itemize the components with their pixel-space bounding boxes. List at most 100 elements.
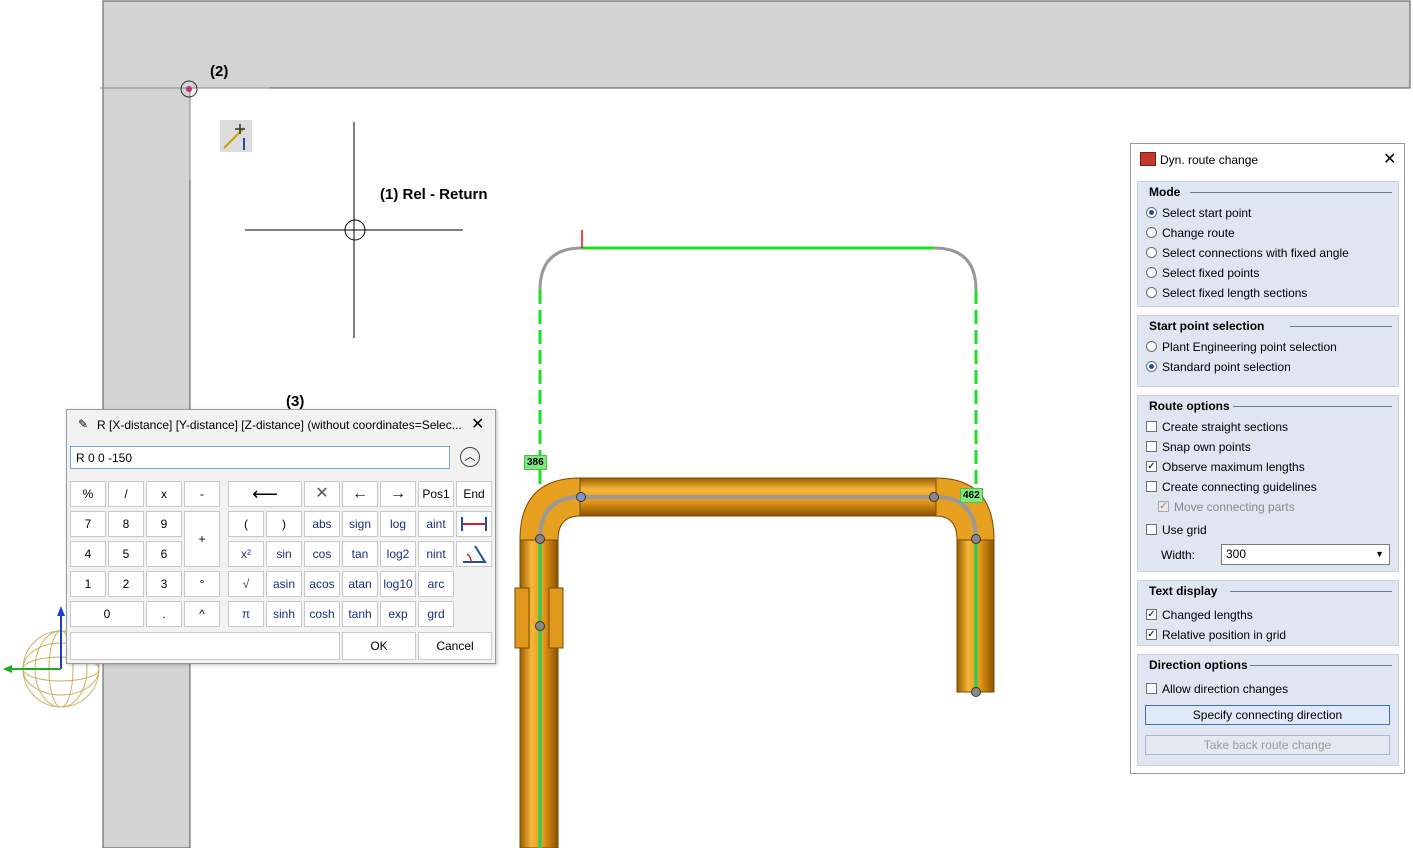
close-icon[interactable]: ✕ bbox=[471, 414, 484, 434]
key-percent[interactable]: % bbox=[70, 481, 106, 507]
key-sign[interactable]: sign bbox=[342, 511, 378, 537]
key-backspace[interactable]: ⟵ bbox=[228, 481, 302, 507]
key-0[interactable]: 0 bbox=[70, 601, 144, 627]
radio-button[interactable] bbox=[1146, 341, 1157, 352]
radio-button[interactable] bbox=[1146, 287, 1157, 298]
route-options-heading: Route options bbox=[1149, 399, 1230, 413]
checkbox[interactable] bbox=[1146, 421, 1157, 432]
checkbox[interactable]: ✓ bbox=[1146, 609, 1157, 620]
option-label: Changed lengths bbox=[1162, 608, 1253, 622]
group-divider bbox=[1233, 406, 1392, 407]
key-6[interactable]: 6 bbox=[146, 541, 182, 567]
key-tan[interactable]: tan bbox=[342, 541, 378, 567]
key-right-paren[interactable]: ) bbox=[266, 511, 302, 537]
group-divider bbox=[1190, 192, 1392, 193]
key-square[interactable]: x² bbox=[228, 541, 264, 567]
key-degree[interactable]: ° bbox=[184, 571, 220, 597]
key-3[interactable]: 3 bbox=[146, 571, 182, 597]
calculator-title: R [X-distance] [Y-distance] [Z-distance]… bbox=[97, 418, 462, 432]
key-divide[interactable]: / bbox=[108, 481, 144, 507]
dimension-label-right: 462 bbox=[960, 488, 983, 503]
annotation-label-3: (3) bbox=[286, 393, 305, 410]
key-plus[interactable]: + bbox=[184, 511, 220, 567]
key-8[interactable]: 8 bbox=[108, 511, 144, 537]
key-5[interactable]: 5 bbox=[108, 541, 144, 567]
radio-button[interactable] bbox=[1146, 247, 1157, 258]
key-end[interactable]: End bbox=[456, 481, 492, 507]
key-power[interactable]: ^ bbox=[184, 601, 220, 627]
pencil-icon: ✎ bbox=[78, 417, 89, 431]
key-dot[interactable]: . bbox=[146, 601, 182, 627]
key-sin[interactable]: sin bbox=[266, 541, 302, 567]
key-multiply[interactable]: x bbox=[146, 481, 182, 507]
key-cursor-left[interactable]: ← bbox=[342, 481, 378, 507]
chevron-up-icon[interactable]: ︿ bbox=[460, 447, 480, 467]
option-label: Select fixed length sections bbox=[1162, 286, 1308, 300]
checkbox[interactable] bbox=[1146, 481, 1157, 492]
option-label: Snap own points bbox=[1162, 440, 1251, 454]
key-sqrt[interactable]: √ bbox=[228, 571, 264, 597]
option-label: Plant Engineering point selection bbox=[1162, 340, 1337, 354]
key-grd[interactable]: grd bbox=[418, 601, 454, 627]
cancel-button[interactable]: Cancel bbox=[418, 632, 492, 660]
ok-button[interactable]: OK bbox=[342, 632, 416, 660]
key-pos1[interactable]: Pos1 bbox=[418, 481, 454, 507]
option-label: Select start point bbox=[1162, 206, 1252, 220]
key-minus[interactable]: - bbox=[184, 481, 220, 507]
key-nint[interactable]: nint bbox=[418, 541, 454, 567]
radio-button[interactable] bbox=[1146, 227, 1157, 238]
key-exp[interactable]: exp bbox=[380, 601, 416, 627]
measure-angle-icon[interactable] bbox=[456, 541, 492, 567]
key-aint[interactable]: aint bbox=[418, 511, 454, 537]
key-tanh[interactable]: tanh bbox=[342, 601, 378, 627]
key-clear[interactable]: ✕ bbox=[304, 481, 340, 507]
key-asin[interactable]: asin bbox=[266, 571, 302, 597]
key-9[interactable]: 9 bbox=[146, 511, 182, 537]
key-4[interactable]: 4 bbox=[70, 541, 106, 567]
dropdown-arrow-icon[interactable]: ▼ bbox=[1375, 545, 1384, 564]
route-change-icon bbox=[1140, 152, 1156, 166]
key-log[interactable]: log bbox=[380, 511, 416, 537]
checkbox[interactable] bbox=[1146, 441, 1157, 452]
key-2[interactable]: 2 bbox=[108, 571, 144, 597]
key-1[interactable]: 1 bbox=[70, 571, 106, 597]
checkbox[interactable] bbox=[1146, 524, 1157, 535]
key-atan[interactable]: atan bbox=[342, 571, 378, 597]
text-display-heading: Text display bbox=[1149, 584, 1218, 598]
specify-direction-button[interactable]: Specify connecting direction bbox=[1145, 705, 1390, 725]
key-log2[interactable]: log2 bbox=[380, 541, 416, 567]
option-label: Select connections with fixed angle bbox=[1162, 246, 1349, 260]
key-7[interactable]: 7 bbox=[70, 511, 106, 537]
close-icon[interactable]: ✕ bbox=[1383, 149, 1396, 169]
route-change-panel: Dyn. route change ✕ Mode Select start po… bbox=[1130, 143, 1405, 774]
key-cursor-right[interactable]: → bbox=[380, 481, 416, 507]
option-label: Select fixed points bbox=[1162, 266, 1260, 280]
key-left-paren[interactable]: ( bbox=[228, 511, 264, 537]
annotation-label-2: (2) bbox=[210, 63, 229, 80]
key-acos[interactable]: acos bbox=[304, 571, 340, 597]
pipe-route[interactable] bbox=[514, 477, 995, 848]
expression-input[interactable]: R 0 0 -150 bbox=[70, 446, 450, 469]
checkbox[interactable]: ✓ bbox=[1146, 629, 1157, 640]
direction-options-group: Direction options Allow direction change… bbox=[1137, 654, 1399, 766]
pen-cursor-icon bbox=[220, 120, 252, 152]
checkbox[interactable]: ✓ bbox=[1146, 461, 1157, 472]
key-cosh[interactable]: cosh bbox=[304, 601, 340, 627]
key-abs[interactable]: abs bbox=[304, 511, 340, 537]
key-pi[interactable]: π bbox=[228, 601, 264, 627]
key-sinh[interactable]: sinh bbox=[266, 601, 302, 627]
calculator-titlebar[interactable]: ✎ R [X-distance] [Y-distance] [Z-distanc… bbox=[67, 410, 495, 438]
measure-distance-icon[interactable] bbox=[456, 511, 492, 537]
radio-button[interactable] bbox=[1146, 267, 1157, 278]
checkbox[interactable] bbox=[1146, 683, 1157, 694]
key-cos[interactable]: cos bbox=[304, 541, 340, 567]
radio-button[interactable] bbox=[1146, 207, 1157, 218]
mode-heading: Mode bbox=[1149, 185, 1181, 199]
key-arc[interactable]: arc bbox=[418, 571, 454, 597]
route-preview bbox=[538, 230, 978, 848]
option-label: Relative position in grid bbox=[1162, 628, 1287, 642]
radio-button[interactable] bbox=[1146, 361, 1157, 372]
width-select[interactable]: 300 ▼ bbox=[1221, 544, 1390, 565]
group-divider bbox=[1250, 665, 1392, 666]
key-log10[interactable]: log10 bbox=[380, 571, 416, 597]
